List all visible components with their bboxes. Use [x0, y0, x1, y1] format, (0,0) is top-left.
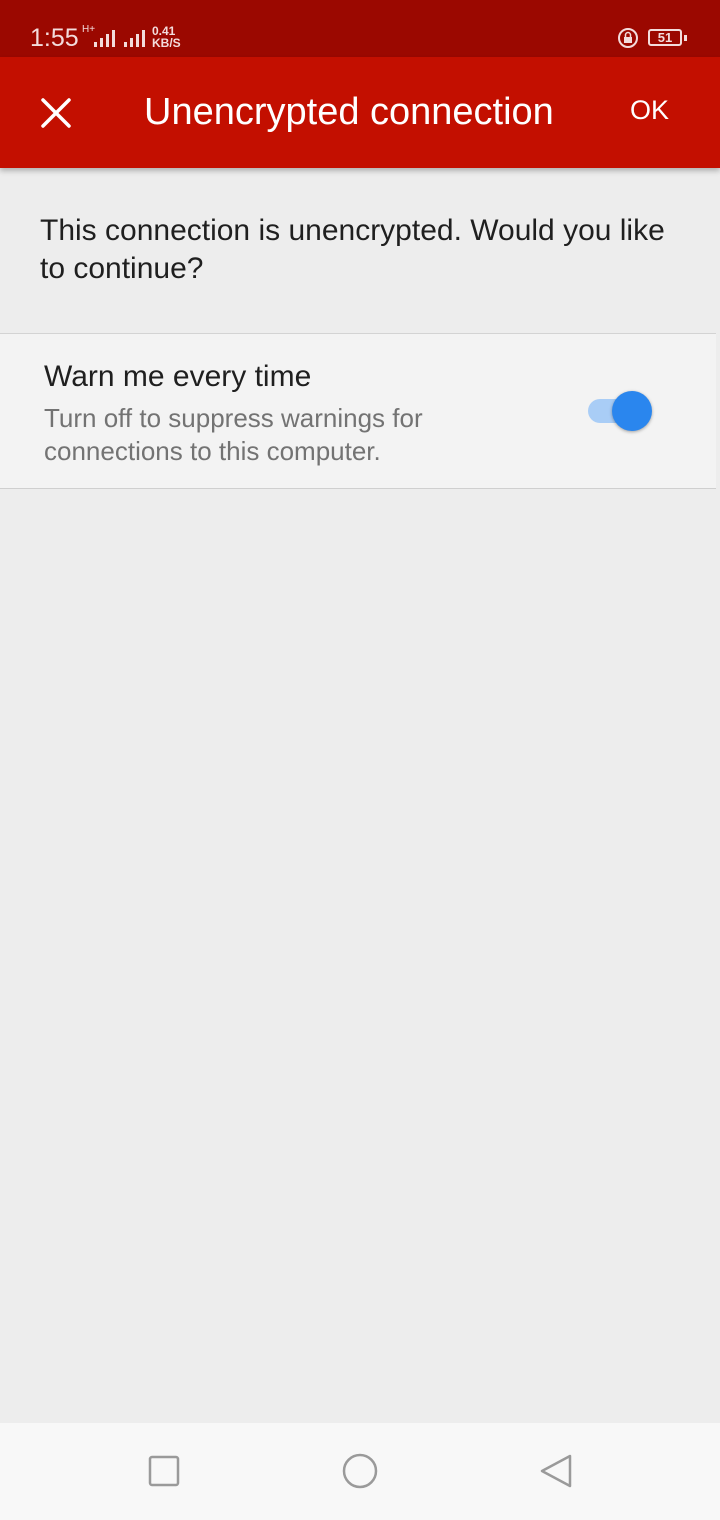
- ok-button[interactable]: OK: [624, 95, 675, 126]
- page-title: Unencrypted connection: [144, 91, 554, 133]
- system-nav-bar: [0, 1423, 720, 1520]
- rotation-lock-icon: [618, 28, 638, 48]
- warning-message: This connection is unencrypted. Would yo…: [40, 214, 665, 285]
- speed-unit: KB/S: [152, 36, 181, 50]
- close-icon: [41, 98, 71, 128]
- toggle-thumb: [612, 391, 652, 431]
- setting-description: Turn off to suppress warnings for connec…: [44, 403, 423, 466]
- battery-icon: 51: [648, 29, 682, 46]
- app-bar: Unencrypted connection OK: [0, 57, 720, 168]
- signal-icon: [124, 30, 145, 47]
- recents-icon[interactable]: [146, 1453, 182, 1489]
- warn-setting-row[interactable]: Warn me every time Turn off to suppress …: [0, 333, 716, 489]
- back-icon[interactable]: [538, 1453, 574, 1489]
- close-button[interactable]: [26, 83, 86, 143]
- home-icon[interactable]: [340, 1453, 380, 1493]
- status-time: 1:55: [30, 24, 79, 52]
- warn-toggle-switch[interactable]: [586, 390, 656, 434]
- setting-title: Warn me every time: [44, 360, 312, 393]
- network-speed: 0.41 KB/S: [152, 25, 181, 49]
- battery-tip: [684, 35, 687, 41]
- signal-icon: [94, 30, 115, 47]
